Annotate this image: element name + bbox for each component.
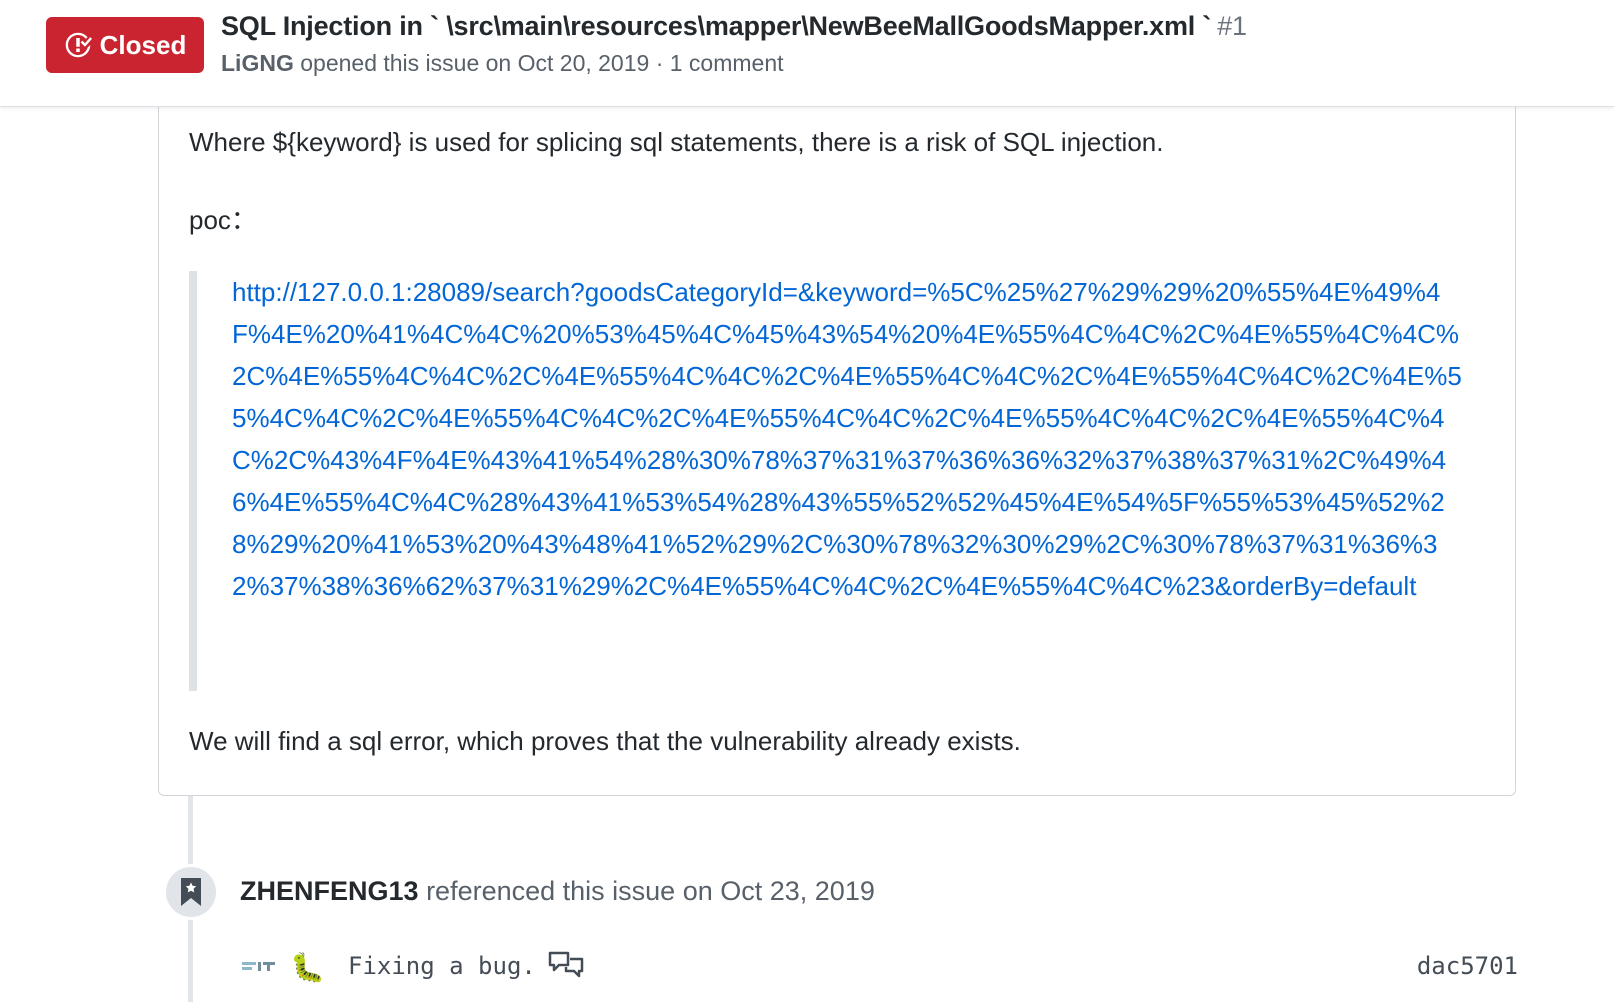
commit-row: 🐛 Fixing a bug. dac5701 xyxy=(242,950,1518,990)
issue-meta-text: opened this issue on Oct 20, 2019 · 1 co… xyxy=(300,50,784,76)
issue-title: SQL Injection in ` \src\main\resources\m… xyxy=(221,11,1247,42)
poc-url-link[interactable]: http://127.0.0.1:28089/search?goodsCateg… xyxy=(232,271,1462,607)
bookmark-icon xyxy=(181,878,201,906)
comment-conclusion: We will find a sql error, which proves t… xyxy=(189,726,1021,756)
issue-title-text: SQL Injection in ` \src\main\resources\m… xyxy=(221,11,1212,41)
commit-message-link[interactable]: Fixing a bug. xyxy=(348,952,536,980)
issue-state-label: Closed xyxy=(99,29,187,60)
comment-paragraph: Where ${keyword} is used for splicing sq… xyxy=(189,127,1164,157)
poc-label: poc： xyxy=(189,205,257,235)
event-actor-link[interactable]: ZHENFENG13 xyxy=(240,876,419,906)
issue-number: #1 xyxy=(1217,11,1247,41)
issue-meta: LiGNG opened this issue on Oct 20, 2019 … xyxy=(221,50,784,77)
event-date-link[interactable]: on Oct 23, 2019 xyxy=(683,876,875,906)
commit-author-avatar[interactable] xyxy=(242,956,278,980)
commit-sha-link[interactable]: dac5701 xyxy=(1417,952,1518,980)
timeline-event-badge xyxy=(163,864,219,920)
sticky-issue-header: Closed SQL Injection in ` \src\main\reso… xyxy=(0,0,1614,107)
issue-closed-icon xyxy=(65,32,92,58)
poc-blockquote: http://127.0.0.1:28089/search?goodsCateg… xyxy=(189,271,1479,691)
bug-emoji-icon: 🐛 xyxy=(290,952,325,983)
timeline-event-text: ZHENFENG13 referenced this issue on Oct … xyxy=(240,876,875,907)
event-action: referenced this issue xyxy=(426,876,676,906)
issue-state-badge: Closed xyxy=(46,17,204,73)
comment-discussion-icon[interactable] xyxy=(548,950,584,984)
issue-author-link[interactable]: LiGNG xyxy=(221,50,294,76)
